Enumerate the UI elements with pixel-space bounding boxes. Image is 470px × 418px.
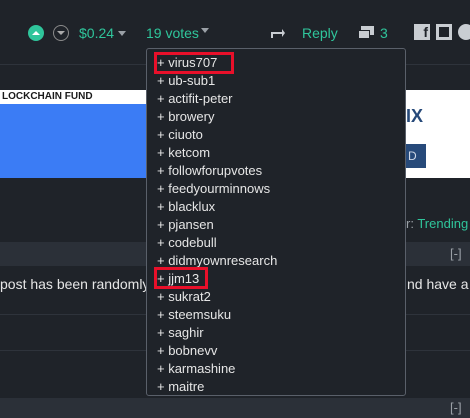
voter-item[interactable]: + bobnevv — [157, 342, 217, 360]
payout-amount[interactable]: $0.24 — [79, 25, 114, 41]
voter-item[interactable]: + steemsuku — [157, 306, 231, 324]
voter-item[interactable]: + blacklux — [157, 198, 215, 216]
votes-count-button[interactable]: 19 votes — [146, 25, 199, 41]
comment-body-left: post has been randomly — [0, 276, 150, 292]
highlight-box — [154, 267, 208, 289]
ad-banner-title: LOCKCHAIN FUND — [2, 91, 93, 102]
voter-item[interactable]: + feedyourminnows — [157, 180, 270, 198]
comments-count[interactable]: 3 — [380, 25, 388, 41]
voter-item[interactable]: + maitre — [157, 378, 204, 396]
voter-item[interactable]: + codebull — [157, 234, 217, 252]
reply-link[interactable]: Reply — [302, 25, 338, 41]
ad-banner-right[interactable]: IX D — [406, 90, 470, 178]
ad-banner-logo-text: IX — [406, 106, 424, 126]
sort-trending-link[interactable]: Trending — [417, 216, 468, 231]
votes-chevron-down-icon[interactable] — [201, 28, 209, 33]
voter-item[interactable]: + pjansen — [157, 216, 214, 234]
more-share-icon[interactable] — [458, 24, 470, 40]
upvote-icon[interactable] — [28, 25, 44, 41]
highlight-box — [154, 52, 234, 74]
facebook-icon[interactable]: f — [414, 24, 430, 40]
comment-body-right: nd have a — [407, 276, 469, 292]
comments-icon[interactable] — [357, 25, 375, 41]
voter-item[interactable]: + actifit-peter — [157, 90, 233, 108]
voter-item[interactable]: + followforupvotes — [157, 162, 262, 180]
voter-item[interactable]: + ketcom — [157, 144, 210, 162]
downvote-icon[interactable] — [53, 25, 69, 41]
payout-chevron-down-icon[interactable] — [118, 31, 126, 36]
voters-dropdown: + virus707 + ub-sub1 + actifit-peter + b… — [146, 48, 406, 396]
ad-banner-button[interactable]: D — [406, 144, 426, 168]
voter-item[interactable]: + ub-sub1 — [157, 72, 215, 90]
share-icon[interactable] — [436, 24, 452, 40]
collapse-toggle[interactable]: [-] — [450, 400, 462, 415]
sort-selector[interactable]: r: Trending — [406, 216, 468, 231]
voter-item[interactable]: + sukrat2 — [157, 288, 211, 306]
resteem-icon[interactable] — [270, 27, 286, 41]
ad-banner-left[interactable]: LOCKCHAIN FUND — [0, 90, 146, 178]
voter-item[interactable]: + saghir — [157, 324, 204, 342]
comment-header-bar — [0, 398, 470, 418]
voter-item[interactable]: + browery — [157, 108, 214, 126]
voter-item[interactable]: + karmashine — [157, 360, 235, 378]
collapse-toggle[interactable]: [-] — [450, 246, 462, 261]
sort-prefix: r: — [406, 216, 414, 231]
voter-item[interactable]: + ciuoto — [157, 126, 203, 144]
